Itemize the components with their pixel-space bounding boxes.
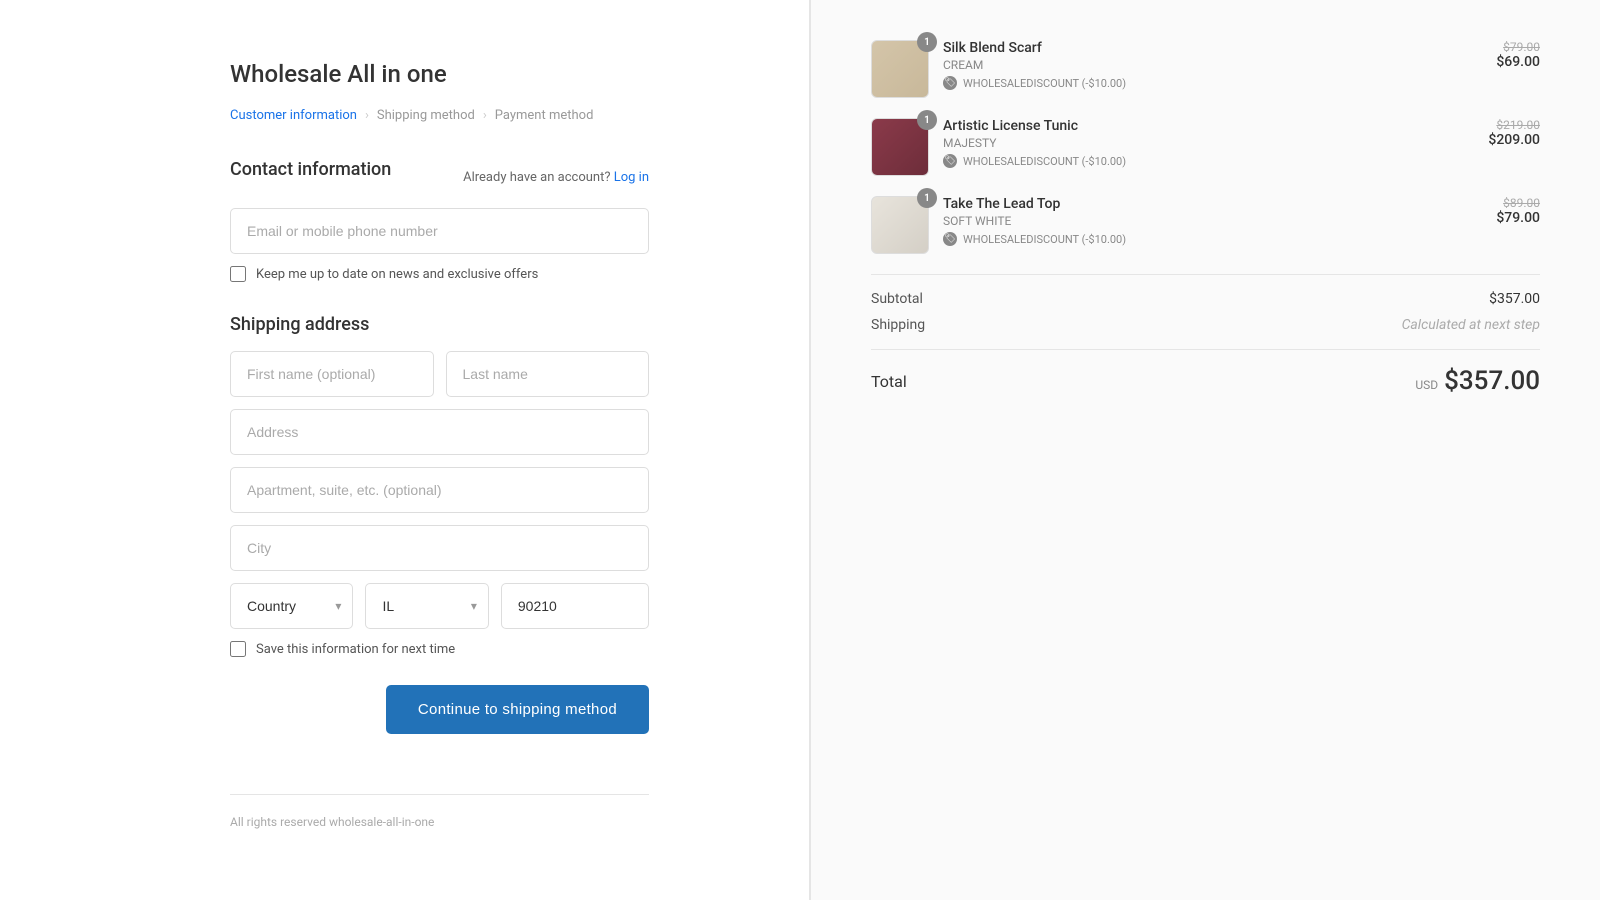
address-input[interactable] — [230, 409, 649, 455]
discount-icon: 🏷 — [943, 76, 957, 90]
newsletter-checkbox[interactable] — [230, 266, 246, 282]
total-currency: USD — [1415, 378, 1438, 392]
discount-code: WHOLESALEDISCOUNT (-$10.00) — [963, 233, 1126, 246]
newsletter-row: Keep me up to date on news and exclusive… — [230, 266, 649, 282]
city-input[interactable] — [230, 525, 649, 571]
state-select[interactable]: IL — [365, 583, 488, 629]
order-item: 1 Take The Lead Top SOFT WHITE 🏷 WHOLESA… — [871, 196, 1540, 254]
item-variant: MAJESTY — [943, 136, 1474, 150]
shipping-row: Shipping Calculated at next step — [871, 317, 1540, 333]
subtotal-row: Subtotal $357.00 — [871, 291, 1540, 307]
total-label: Total — [871, 372, 907, 391]
newsletter-label[interactable]: Keep me up to date on news and exclusive… — [256, 267, 538, 282]
country-state-zip-row: Country ▾ IL ▾ — [230, 583, 649, 629]
save-info-row: Save this information for next time — [230, 641, 649, 657]
right-panel: 1 Silk Blend Scarf CREAM 🏷 WHOLESALEDISC… — [810, 0, 1600, 900]
store-title: Wholesale All in one — [230, 60, 649, 88]
subtotal-label: Subtotal — [871, 291, 923, 307]
city-input-row — [230, 525, 649, 571]
zip-input-wrapper — [501, 583, 649, 629]
summary-divider — [871, 274, 1540, 275]
country-select-wrapper: Country ▾ — [230, 583, 353, 629]
item-pricing: $79.00 $69.00 — [1496, 40, 1540, 70]
total-amount: USD $357.00 — [1415, 366, 1540, 396]
address-input-row — [230, 409, 649, 455]
original-price: $79.00 — [1496, 40, 1540, 54]
contact-section-header: Contact information Already have an acco… — [230, 159, 649, 196]
total-row: Total USD $357.00 — [871, 366, 1540, 396]
already-account-text: Already have an account? — [463, 170, 610, 185]
contact-section-title: Contact information — [230, 159, 391, 180]
footer-text: All rights reserved wholesale-all-in-one — [230, 815, 434, 829]
shipping-value: Calculated at next step — [1402, 317, 1540, 333]
item-name: Silk Blend Scarf — [943, 40, 1482, 56]
continue-button[interactable]: Continue to shipping method — [386, 685, 649, 734]
item-quantity-badge: 1 — [917, 32, 937, 52]
breadcrumb-sep1: › — [365, 108, 369, 123]
last-name-input[interactable] — [446, 351, 650, 397]
login-link[interactable]: Log in — [614, 170, 649, 185]
subtotal-value: $357.00 — [1489, 291, 1540, 307]
login-prompt: Already have an account? Log in — [463, 170, 649, 185]
email-input-row — [230, 208, 649, 254]
save-info-label[interactable]: Save this information for next time — [256, 642, 455, 657]
order-items-list: 1 Silk Blend Scarf CREAM 🏷 WHOLESALEDISC… — [871, 40, 1540, 254]
order-item: 1 Artistic License Tunic MAJESTY 🏷 WHOLE… — [871, 118, 1540, 176]
shipping-address-title: Shipping address — [230, 314, 649, 335]
shipping-label: Shipping — [871, 317, 925, 333]
name-row — [230, 351, 649, 397]
shipping-address-section: Shipping address Country ▾ IL — [230, 314, 649, 734]
breadcrumb-step3: Payment method — [495, 108, 594, 123]
original-price: $89.00 — [1496, 196, 1540, 210]
item-quantity-badge: 1 — [917, 188, 937, 208]
item-image-wrap: 1 — [871, 196, 929, 254]
breadcrumb: Customer information › Shipping method ›… — [230, 108, 649, 123]
first-name-input[interactable] — [230, 351, 434, 397]
total-divider — [871, 349, 1540, 350]
sale-price: $69.00 — [1496, 54, 1540, 70]
apartment-input-row — [230, 467, 649, 513]
sale-price: $209.00 — [1488, 132, 1540, 148]
discount-icon: 🏷 — [943, 232, 957, 246]
item-details: Take The Lead Top SOFT WHITE 🏷 WHOLESALE… — [943, 196, 1482, 246]
sale-price: $79.00 — [1496, 210, 1540, 226]
item-name: Take The Lead Top — [943, 196, 1482, 212]
item-details: Artistic License Tunic MAJESTY 🏷 WHOLESA… — [943, 118, 1474, 168]
save-info-checkbox[interactable] — [230, 641, 246, 657]
apartment-input[interactable] — [230, 467, 649, 513]
breadcrumb-sep2: › — [483, 108, 487, 123]
item-discount: 🏷 WHOLESALEDISCOUNT (-$10.00) — [943, 76, 1482, 90]
item-name: Artistic License Tunic — [943, 118, 1474, 134]
discount-icon: 🏷 — [943, 154, 957, 168]
item-details: Silk Blend Scarf CREAM 🏷 WHOLESALEDISCOU… — [943, 40, 1482, 90]
item-pricing: $219.00 $209.00 — [1488, 118, 1540, 148]
item-pricing: $89.00 $79.00 — [1496, 196, 1540, 226]
item-variant: SOFT WHITE — [943, 214, 1482, 228]
state-select-wrapper: IL ▾ — [365, 583, 488, 629]
email-input[interactable] — [230, 208, 649, 254]
original-price: $219.00 — [1488, 118, 1540, 132]
item-image-wrap: 1 — [871, 118, 929, 176]
zip-input[interactable] — [501, 583, 649, 629]
country-select[interactable]: Country — [230, 583, 353, 629]
discount-code: WHOLESALEDISCOUNT (-$10.00) — [963, 155, 1126, 168]
discount-code: WHOLESALEDISCOUNT (-$10.00) — [963, 77, 1126, 90]
breadcrumb-step2: Shipping method — [377, 108, 475, 123]
item-discount: 🏷 WHOLESALEDISCOUNT (-$10.00) — [943, 232, 1482, 246]
footer: All rights reserved wholesale-all-in-one — [230, 794, 649, 829]
breadcrumb-step1[interactable]: Customer information — [230, 108, 357, 123]
item-quantity-badge: 1 — [917, 110, 937, 130]
order-item: 1 Silk Blend Scarf CREAM 🏷 WHOLESALEDISC… — [871, 40, 1540, 98]
item-image-wrap: 1 — [871, 40, 929, 98]
item-discount: 🏷 WHOLESALEDISCOUNT (-$10.00) — [943, 154, 1474, 168]
left-panel: Wholesale All in one Customer informatio… — [0, 0, 810, 900]
item-variant: CREAM — [943, 58, 1482, 72]
total-value: $357.00 — [1444, 366, 1540, 396]
